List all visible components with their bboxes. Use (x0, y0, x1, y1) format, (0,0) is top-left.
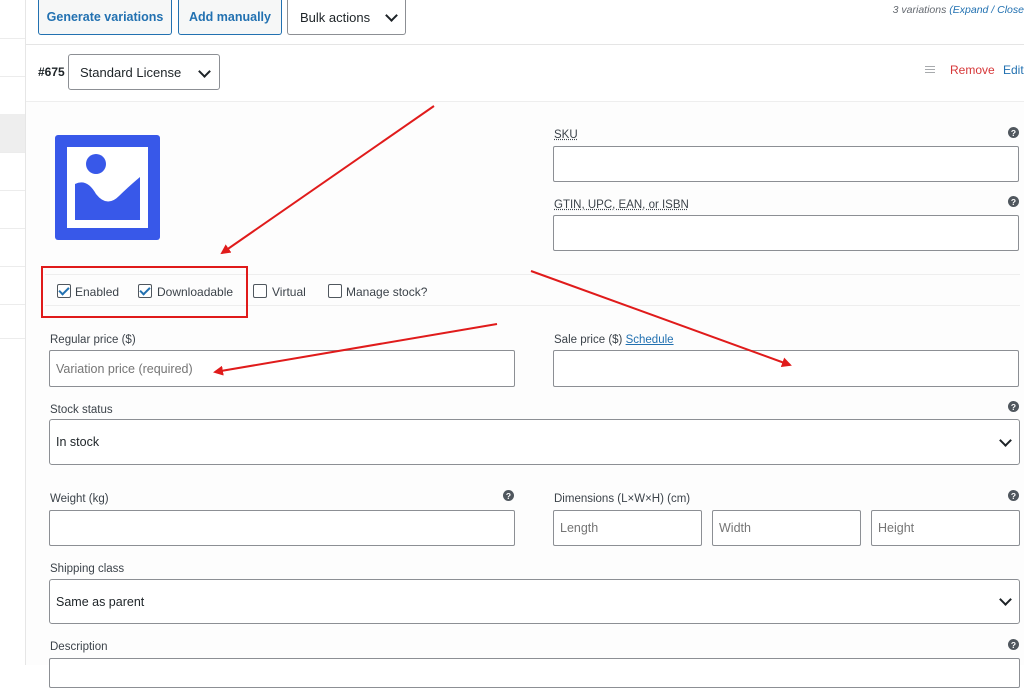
image-placeholder-shape (75, 154, 140, 220)
license-select-value: Standard License (80, 64, 182, 80)
admin-sidebar-strip (0, 0, 26, 665)
sidebar-divider (0, 38, 25, 39)
width-input[interactable]: Width (712, 510, 861, 546)
gtin-label: GTIN, UPC, EAN, or ISBN (554, 199, 689, 211)
sidebar-divider (0, 304, 25, 305)
bulk-actions-label: Bulk actions (300, 9, 371, 25)
dimensions-label: Dimensions (L×W×H) (cm) (554, 493, 691, 505)
expand-close-link[interactable]: (Expand / Close (949, 4, 1024, 16)
manage-stock-checkbox[interactable] (328, 284, 342, 298)
help-icon[interactable]: ? (1008, 127, 1019, 138)
weight-label: Weight (kg) (50, 493, 109, 505)
gtin-input[interactable] (553, 215, 1019, 251)
stock-status-label: Stock status (50, 404, 113, 416)
chevron-down-icon (999, 593, 1012, 606)
sku-label: SKU (554, 129, 578, 141)
virtual-checkbox[interactable] (253, 284, 267, 298)
license-select[interactable]: Standard License (68, 54, 220, 90)
sidebar-divider (0, 76, 25, 77)
length-input[interactable]: Length (553, 510, 702, 546)
image-placeholder-icon[interactable] (55, 135, 160, 240)
variations-count-text: 3 variations (892, 4, 947, 16)
add-manually-button[interactable]: Add manually (178, 0, 282, 35)
description-textarea[interactable] (49, 658, 1020, 688)
help-icon[interactable]: ? (1008, 490, 1019, 501)
sidebar-divider (0, 152, 25, 153)
help-icon[interactable]: ? (503, 490, 514, 501)
stock-status-value: In stock (56, 435, 100, 449)
regular-price-label: Regular price ($) (50, 334, 136, 346)
annotation-highlight-box (41, 266, 248, 318)
help-icon[interactable]: ? (1008, 196, 1019, 207)
drag-handle-icon[interactable] (925, 66, 935, 73)
sale-price-text: Sale price ($) (554, 334, 623, 346)
variations-toolbar (26, 0, 1024, 45)
virtual-label: Virtual (272, 285, 306, 299)
shipping-class-label: Shipping class (50, 563, 125, 575)
regular-price-input[interactable]: Variation price (required) (49, 350, 515, 387)
shipping-class-select[interactable]: Same as parent (49, 579, 1020, 624)
shipping-class-value: Same as parent (56, 594, 145, 609)
bulk-actions-select[interactable]: Bulk actions (287, 0, 406, 35)
sidebar-divider (0, 338, 25, 339)
stock-status-select[interactable]: In stock (49, 419, 1020, 465)
generate-variations-button[interactable]: Generate variations (38, 0, 172, 35)
chevron-down-icon (385, 9, 398, 22)
help-icon[interactable]: ? (1008, 401, 1019, 412)
help-icon[interactable]: ? (1008, 639, 1019, 650)
chevron-down-icon (198, 65, 211, 78)
sidebar-divider (0, 190, 25, 191)
manage-stock-label: Manage stock? (346, 285, 428, 299)
sale-price-input[interactable] (553, 350, 1019, 387)
sidebar-divider (0, 228, 25, 229)
description-label: Description (50, 641, 108, 653)
sidebar-divider (0, 266, 25, 267)
sku-input[interactable] (553, 146, 1019, 182)
height-input[interactable]: Height (871, 510, 1020, 546)
variations-count: 3 variations (Expand / Close (893, 4, 1024, 16)
edit-link[interactable]: Edit (1003, 63, 1024, 77)
weight-input[interactable] (49, 510, 515, 546)
variation-id: #675 (38, 65, 65, 79)
sidebar-item-active[interactable] (0, 114, 25, 152)
remove-link[interactable]: Remove (950, 63, 995, 77)
chevron-down-icon (999, 434, 1012, 447)
sale-price-label: Sale price ($) Schedule (554, 334, 674, 346)
schedule-link[interactable]: Schedule (626, 334, 674, 346)
